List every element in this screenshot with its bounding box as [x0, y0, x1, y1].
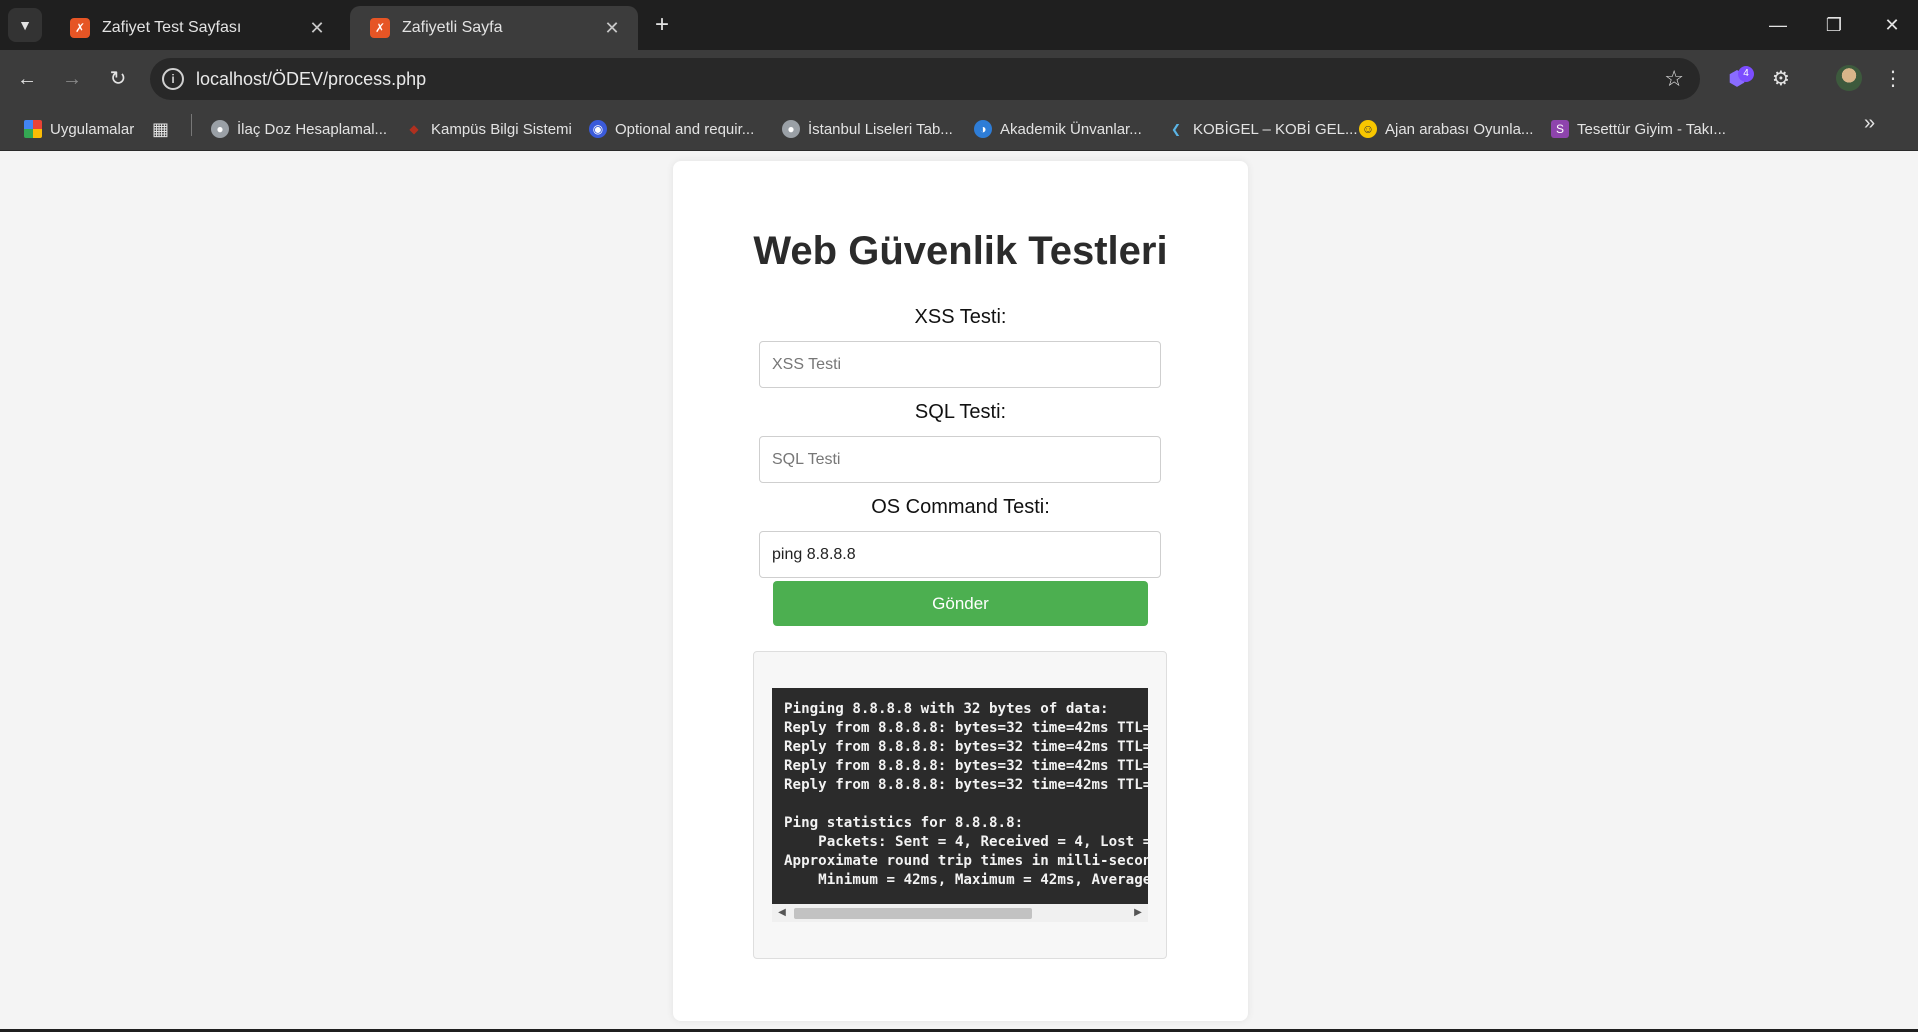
command-output-box: Pinging 8.8.8.8 with 32 bytes of data: R… [753, 651, 1167, 959]
s-letter-icon: S [1551, 120, 1569, 138]
bookmark-label: Uygulamalar [50, 120, 135, 138]
new-tab-button[interactable]: + [648, 12, 676, 40]
xampp-favicon-icon: ✗ [370, 18, 390, 38]
bookmark-ilac-doz[interactable]: ● İlaç Doz Hesaplamal... [211, 118, 387, 140]
extensions-puzzle-icon[interactable]: ⚙ [1766, 64, 1796, 94]
browser-tab-strip: ▼ ✗ Zafiyet Test Sayfası ✕ ✗ Zafiyetli S… [0, 0, 1918, 50]
url-text[interactable]: localhost/ÖDEV/process.php [196, 69, 426, 90]
kobigel-icon: ❮ [1170, 122, 1182, 136]
security-test-form-card: Web Güvenlik Testleri XSS Testi: SQL Tes… [673, 161, 1248, 1021]
sql-label: SQL Testi: [914, 401, 1007, 423]
xampp-favicon-icon: ✗ [70, 18, 90, 38]
address-bar[interactable]: i localhost/ÖDEV/process.php ☆ [150, 58, 1700, 100]
campus-icon: ◆ [409, 122, 419, 136]
bookmark-kobigel[interactable]: ❮ KOBİGEL – KOBİ GEL... [1167, 118, 1358, 140]
bookmark-akademik[interactable]: ◑ Akademik Ünvanlar... [974, 118, 1142, 140]
os-command-label: OS Command Testi: [871, 496, 1050, 518]
bookmark-label: İlaç Doz Hesaplamal... [237, 120, 388, 138]
bookmark-label: Akademik Ünvanlar... [1000, 120, 1142, 138]
smiley-icon: ☺ [1359, 120, 1377, 138]
grid-icon: ▦ [152, 118, 170, 139]
extension-badge: 4 [1738, 66, 1754, 82]
xss-label: XSS Testi: [914, 306, 1007, 328]
site-info-icon[interactable]: i [162, 68, 184, 90]
reload-button[interactable]: ↻ [103, 64, 133, 94]
bookmark-optional[interactable]: ◉ Optional and requir... [589, 118, 754, 140]
profile-avatar[interactable] [1836, 65, 1862, 91]
bookmark-label: Optional and requir... [615, 120, 755, 138]
bookmark-ajan-arabasi[interactable]: ☺ Ajan arabası Oyunla... [1359, 118, 1533, 140]
window-close-button[interactable]: ✕ [1872, 10, 1912, 40]
bookmark-label: KOBİGEL – KOBİ GEL... [1193, 120, 1358, 138]
os-command-input[interactable] [759, 531, 1161, 578]
tab-title: Zafiyet Test Sayfası [102, 19, 242, 36]
restore-button[interactable]: ❐ [1814, 10, 1854, 40]
bookmark-label: İstanbul Liseleri Tab... [808, 120, 953, 138]
xss-input[interactable] [759, 341, 1161, 388]
bookmark-label: Kampüs Bilgi Sistemi [431, 120, 572, 138]
back-button[interactable]: ← [12, 64, 42, 94]
horizontal-scrollbar[interactable]: ◀ ▶ [772, 904, 1148, 922]
scrollbar-thumb[interactable] [794, 908, 1032, 919]
menu-kebab-icon[interactable]: ⋮ [1878, 64, 1908, 94]
tab-groups-button[interactable]: ▦ [152, 118, 169, 140]
bookmark-tesettur[interactable]: S Tesettür Giyim - Takı... [1551, 118, 1726, 140]
page-title: Web Güvenlik Testleri [753, 229, 1168, 273]
bookmark-separator [191, 114, 192, 136]
earth-icon: ◑ [974, 120, 992, 138]
chevron-double-right-icon[interactable]: » [1864, 112, 1875, 135]
bookmark-star-icon[interactable]: ☆ [1664, 66, 1684, 92]
tab-zafiyetli-sayfa[interactable]: ✗ Zafiyetli Sayfa ✕ [350, 6, 638, 50]
tab-search-button[interactable]: ▼ [8, 8, 42, 42]
forward-button[interactable]: → [57, 64, 87, 94]
close-icon[interactable]: ✕ [305, 18, 329, 39]
command-output-terminal[interactable]: Pinging 8.8.8.8 with 32 bytes of data: R… [772, 688, 1148, 904]
bookmark-uygulamalar[interactable]: Uygulamalar [24, 118, 134, 140]
bookmark-kampus[interactable]: ◆ Kampüs Bilgi Sistemi [405, 118, 572, 140]
globe-icon: ● [211, 120, 229, 138]
page-viewport: Web Güvenlik Testleri XSS Testi: SQL Tes… [0, 151, 1918, 1032]
bookmark-istanbul-liseleri[interactable]: ● İstanbul Liseleri Tab... [782, 118, 953, 140]
tab-title: Zafiyetli Sayfa [402, 19, 503, 36]
apps-grid-icon [24, 120, 42, 138]
sql-input[interactable] [759, 436, 1161, 483]
submit-button[interactable]: Gönder [773, 581, 1148, 626]
bookmark-label: Tesettür Giyim - Takı... [1577, 120, 1726, 138]
scroll-left-icon[interactable]: ◀ [776, 907, 788, 919]
scroll-right-icon[interactable]: ▶ [1132, 907, 1144, 919]
command-output-text: Pinging 8.8.8.8 with 32 bytes of data: R… [784, 701, 1148, 888]
globe-blue-icon: ◉ [589, 120, 607, 138]
tab-zafiyet-test-sayfasi[interactable]: ✗ Zafiyet Test Sayfası ✕ [50, 6, 343, 50]
close-icon[interactable]: ✕ [600, 18, 624, 39]
bookmarks-bar: Uygulamalar ▦ ● İlaç Doz Hesaplamal... ◆… [0, 108, 1918, 151]
chevron-down-icon: ▼ [18, 17, 32, 33]
bookmark-label: Ajan arabası Oyunla... [1385, 120, 1534, 138]
browser-toolbar: ← → ↻ i localhost/ÖDEV/process.php ☆ ⬢ ⚙… [0, 50, 1918, 108]
globe-icon: ● [782, 120, 800, 138]
minimize-button[interactable]: — [1758, 10, 1798, 40]
